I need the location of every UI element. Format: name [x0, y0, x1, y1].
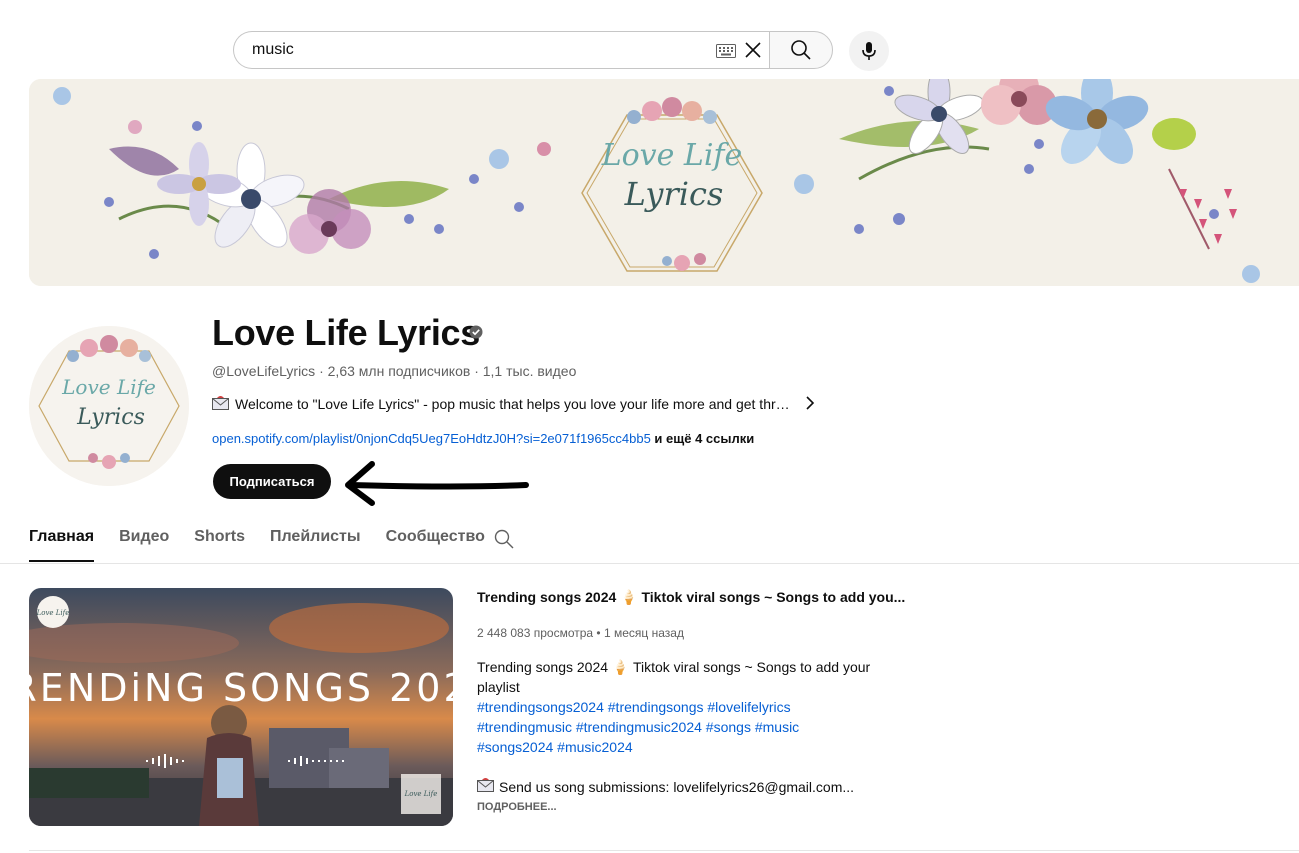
svg-text:Love Life: Love Life — [36, 609, 70, 617]
clear-search-icon[interactable] — [743, 40, 763, 65]
more-links[interactable]: и ещё 4 ссылки — [654, 431, 754, 446]
search-box[interactable] — [233, 31, 770, 69]
video-hashtags[interactable]: #songs2024 #music2024 — [477, 737, 877, 757]
mail-icon — [477, 777, 494, 797]
banner-logo-line1: Love Life — [601, 138, 743, 173]
video-meta: 2 448 083 просмотра • 1 месяц назад — [477, 626, 684, 640]
channel-meta: @LoveLifeLyrics · 2,63 млн подписчиков ·… — [212, 363, 577, 379]
tabs-divider — [0, 563, 1299, 564]
subscribe-button[interactable]: Подписаться — [213, 464, 331, 499]
microphone-icon — [862, 42, 876, 60]
banner-logo-line2: Lyrics — [624, 175, 724, 213]
video-age: 1 месяц назад — [603, 626, 684, 640]
tab-videos[interactable]: Видео — [119, 528, 169, 562]
video-contact: Send us song submissions: lovelifelyrics… — [477, 777, 877, 797]
video-hashtags[interactable]: #trendingmusic #trendingmusic2024 #songs… — [477, 717, 877, 737]
video-hashtags[interactable]: #trendingsongs2024 #trendingsongs #lovel… — [477, 697, 877, 717]
channel-title: Love Life Lyrics — [212, 312, 480, 353]
voice-search-button[interactable] — [849, 31, 889, 71]
keyboard-icon[interactable] — [716, 44, 736, 63]
verified-icon — [469, 325, 483, 344]
description-text: Welcome to "Love Life Lyrics" - pop musi… — [235, 396, 790, 412]
tab-playlists[interactable]: Плейлисты — [270, 528, 361, 562]
video-description: Trending songs 2024 🍦 Tiktok viral songs… — [477, 657, 877, 797]
section-divider — [29, 850, 1299, 851]
channel-avatar[interactable]: Love Life Lyrics — [29, 326, 189, 486]
subscriber-count: 2,63 млн подписчиков — [327, 363, 471, 379]
video-desc-line: Trending songs 2024 🍦 Tiktok viral songs… — [477, 659, 871, 695]
channel-search-icon[interactable] — [494, 529, 514, 554]
read-more-link[interactable]: ПОДРОБНЕЕ... — [477, 801, 557, 813]
channel-links: open.spotify.com/playlist/0njonCdq5Ueg7E… — [212, 431, 754, 446]
spotify-link[interactable]: open.spotify.com/playlist/0njonCdq5Ueg7E… — [212, 431, 651, 446]
channel-handle: @LoveLifeLyrics — [212, 363, 316, 379]
channel-banner: Love Life Lyrics — [29, 79, 1299, 286]
tab-community[interactable]: Сообщество — [386, 528, 485, 562]
avatar-logo-line1: Love Life — [61, 375, 156, 399]
video-title[interactable]: Trending songs 2024 🍦 Tiktok viral songs… — [477, 589, 905, 606]
svg-text:Love Life: Love Life — [404, 790, 438, 798]
view-count: 2 448 083 просмотра — [477, 626, 594, 640]
video-thumbnail[interactable]: Love Life Love Life TRENDiNG SONGS 2024 — [29, 588, 453, 826]
tab-shorts[interactable]: Shorts — [194, 528, 245, 562]
channel-tabs: Главная Видео Shorts Плейлисты Сообществ… — [29, 528, 510, 562]
search-button[interactable] — [769, 31, 833, 69]
arrow-annotation-icon — [340, 458, 532, 513]
chevron-right-icon[interactable] — [804, 395, 816, 413]
mail-icon — [212, 395, 229, 413]
search-icon — [791, 40, 811, 60]
thumbnail-text: TRENDiNG SONGS 2024 — [29, 666, 453, 710]
tab-home[interactable]: Главная — [29, 528, 95, 562]
video-count: 1,1 тыс. видео — [482, 363, 577, 379]
channel-description[interactable]: Welcome to "Love Life Lyrics" - pop musi… — [212, 395, 816, 413]
search-input[interactable] — [250, 40, 694, 60]
contact-text: Send us song submissions: lovelifelyrics… — [499, 779, 855, 795]
avatar-logo-line2: Lyrics — [76, 405, 145, 430]
